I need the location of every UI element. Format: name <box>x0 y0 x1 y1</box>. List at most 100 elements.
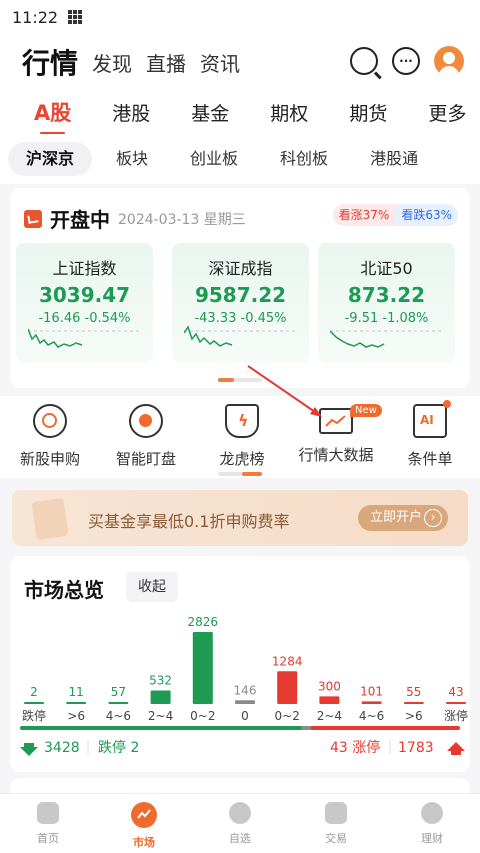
status-time: 11:22 <box>12 7 59 27</box>
index-pager <box>218 378 262 382</box>
up-total: 1783 <box>398 740 434 756</box>
message-icon[interactable]: ··· <box>392 47 420 75</box>
bar-category-label: 4~6 <box>359 709 384 723</box>
tab-futures[interactable]: 期货 <box>349 99 387 126</box>
tool-conditional-order[interactable]: AI 条件单 <box>382 400 478 469</box>
index-name: 深证成指 <box>208 259 273 278</box>
new-badge: New <box>350 404 382 417</box>
tools-pager <box>218 472 262 476</box>
tab-a-shares[interactable]: A股 <box>34 97 71 134</box>
index-sparkline <box>184 325 296 347</box>
tab-more[interactable]: 更多 <box>428 99 466 126</box>
session-date: 2024-03-13 星期三 <box>118 211 246 228</box>
tab-hk-shares[interactable]: 港股 <box>112 99 150 126</box>
bar-value-label: 300 <box>318 679 341 693</box>
sub-tabs: 沪深京 板块 创业板 科创板 港股通 <box>0 134 480 184</box>
nav-market[interactable]: 市场 <box>96 802 192 850</box>
bar-value-label: 146 <box>234 683 257 697</box>
promo-banner[interactable]: 买基金享最低0.1折申购费率 立即开户 <box>12 490 468 546</box>
bar-category-label: 0~2 <box>275 709 300 723</box>
banner-text: 买基金享最低0.1折申购费率 <box>88 512 290 531</box>
top-tab-quotes[interactable]: 行情 <box>22 42 78 82</box>
chart-bar <box>403 702 424 704</box>
document-icon <box>31 497 69 541</box>
bar-category-label: 涨停 <box>444 708 468 723</box>
bar-value-label: 1284 <box>272 654 303 668</box>
subtab-stock-connect[interactable]: 港股通 <box>352 142 436 176</box>
index-sparkline <box>330 330 442 348</box>
subtab-chinext[interactable]: 创业板 <box>172 142 256 176</box>
app-grid-icon <box>68 10 83 24</box>
market-open-icon <box>24 209 42 228</box>
wealth-icon <box>421 802 443 824</box>
distribution-chart: 2 跌停 11 >6 57 4~6 532 2~4 2826 0~2 146 0 1284 0~2 300 2… <box>20 615 468 756</box>
tool-label: 条件单 <box>407 450 453 468</box>
subtab-star-market[interactable]: 科创板 <box>262 142 346 176</box>
nav-wealth[interactable]: 理财 <box>384 802 480 846</box>
bar-category-label: 2~4 <box>148 709 173 723</box>
chart-bar <box>319 696 340 704</box>
index-sparkline <box>28 328 140 348</box>
subtab-sectors[interactable]: 板块 <box>98 142 166 176</box>
add-circle-icon <box>229 802 251 824</box>
chart-bar <box>66 702 87 704</box>
nav-trade[interactable]: 交易 <box>288 802 384 846</box>
chart-bar <box>108 702 129 704</box>
trade-icon <box>325 802 347 824</box>
chart-bar <box>24 702 44 704</box>
tool-dragon-tiger-list[interactable]: ϟ 龙虎榜 <box>194 404 290 469</box>
bar-value-label: 11 <box>69 685 84 699</box>
session-status: 开盘中 <box>50 208 110 232</box>
index-price: 3039.47 <box>38 283 131 307</box>
bottom-nav: 首页 市场 自选 交易 理财 <box>0 793 480 853</box>
subtab-hushenjing[interactable]: 沪深京 <box>8 142 93 176</box>
bar-value-label: 43 <box>448 685 463 699</box>
bar-value-label: 2 <box>30 685 38 699</box>
bar-category-label: 4~6 <box>106 709 131 723</box>
nav-home[interactable]: 首页 <box>0 802 96 846</box>
index-tile-shenzhen[interactable]: 深证成指 9587.22 -43.33 -0.45% <box>172 243 309 363</box>
tab-funds[interactable]: 基金 <box>191 99 229 126</box>
index-price: 873.22 <box>347 283 426 307</box>
open-account-button[interactable]: 立即开户 <box>357 505 448 531</box>
tool-ipo-subscribe[interactable]: 新股申购 <box>2 404 98 469</box>
index-tile-shanghai[interactable]: 上证指数 3039.47 -16.46 -0.54% <box>16 243 153 363</box>
home-icon <box>37 802 59 824</box>
bar-category-label: 2~4 <box>317 709 342 723</box>
tool-label: 行情大数据 <box>298 446 374 464</box>
avatar[interactable] <box>434 46 464 76</box>
nav-label: 市场 <box>133 836 155 849</box>
status-bar: 11:22 <box>0 0 480 34</box>
chart-bar <box>277 671 298 704</box>
index-tile-beizheng[interactable]: 北证50 873.22 -9.51 -1.08% <box>318 243 455 363</box>
tool-label: 龙虎榜 <box>219 450 265 468</box>
bar-value-label: 532 <box>149 673 172 687</box>
tab-options[interactable]: 期权 <box>270 99 308 126</box>
tools-row: 新股申购 智能盯盘 ϟ 龙虎榜 行情大数据 New AI 条件单 <box>0 396 480 478</box>
sentiment-ratio[interactable]: 看涨37% 看跌63% <box>332 204 458 226</box>
up-ratio: 看涨37% <box>332 204 396 226</box>
nav-label: 自选 <box>229 832 251 845</box>
top-nav: 行情 发现 直播 资讯 ··· <box>0 34 480 90</box>
search-icon[interactable] <box>350 47 378 75</box>
bar-value-label: 2826 <box>188 615 219 629</box>
top-tab-live[interactable]: 直播 <box>146 48 186 77</box>
top-tab-discover[interactable]: 发现 <box>92 48 132 77</box>
tool-smart-watch[interactable]: 智能盯盘 <box>98 404 194 469</box>
nav-watchlist[interactable]: 自选 <box>192 802 288 846</box>
bar-category-label: 0 <box>241 709 249 723</box>
nav-label: 理财 <box>421 832 443 845</box>
index-change: -16.46 -0.54% <box>38 311 131 326</box>
index-card: 开盘中 2024-03-13 星期三 看涨37% 看跌63% 上证指数 3039… <box>10 188 470 388</box>
nav-label: 交易 <box>325 832 347 845</box>
chart-bar <box>446 702 466 704</box>
monitor-chart-icon <box>319 408 353 434</box>
nav-label: 首页 <box>37 832 59 845</box>
bar-category-label: >6 <box>67 709 85 723</box>
index-change: -9.51 -1.08% <box>344 311 429 326</box>
down-total: 3428 <box>44 740 80 756</box>
bar-value-label: 55 <box>406 685 421 699</box>
index-name: 北证50 <box>360 259 413 278</box>
top-tab-news[interactable]: 资讯 <box>200 48 240 77</box>
radar-icon <box>129 404 163 438</box>
